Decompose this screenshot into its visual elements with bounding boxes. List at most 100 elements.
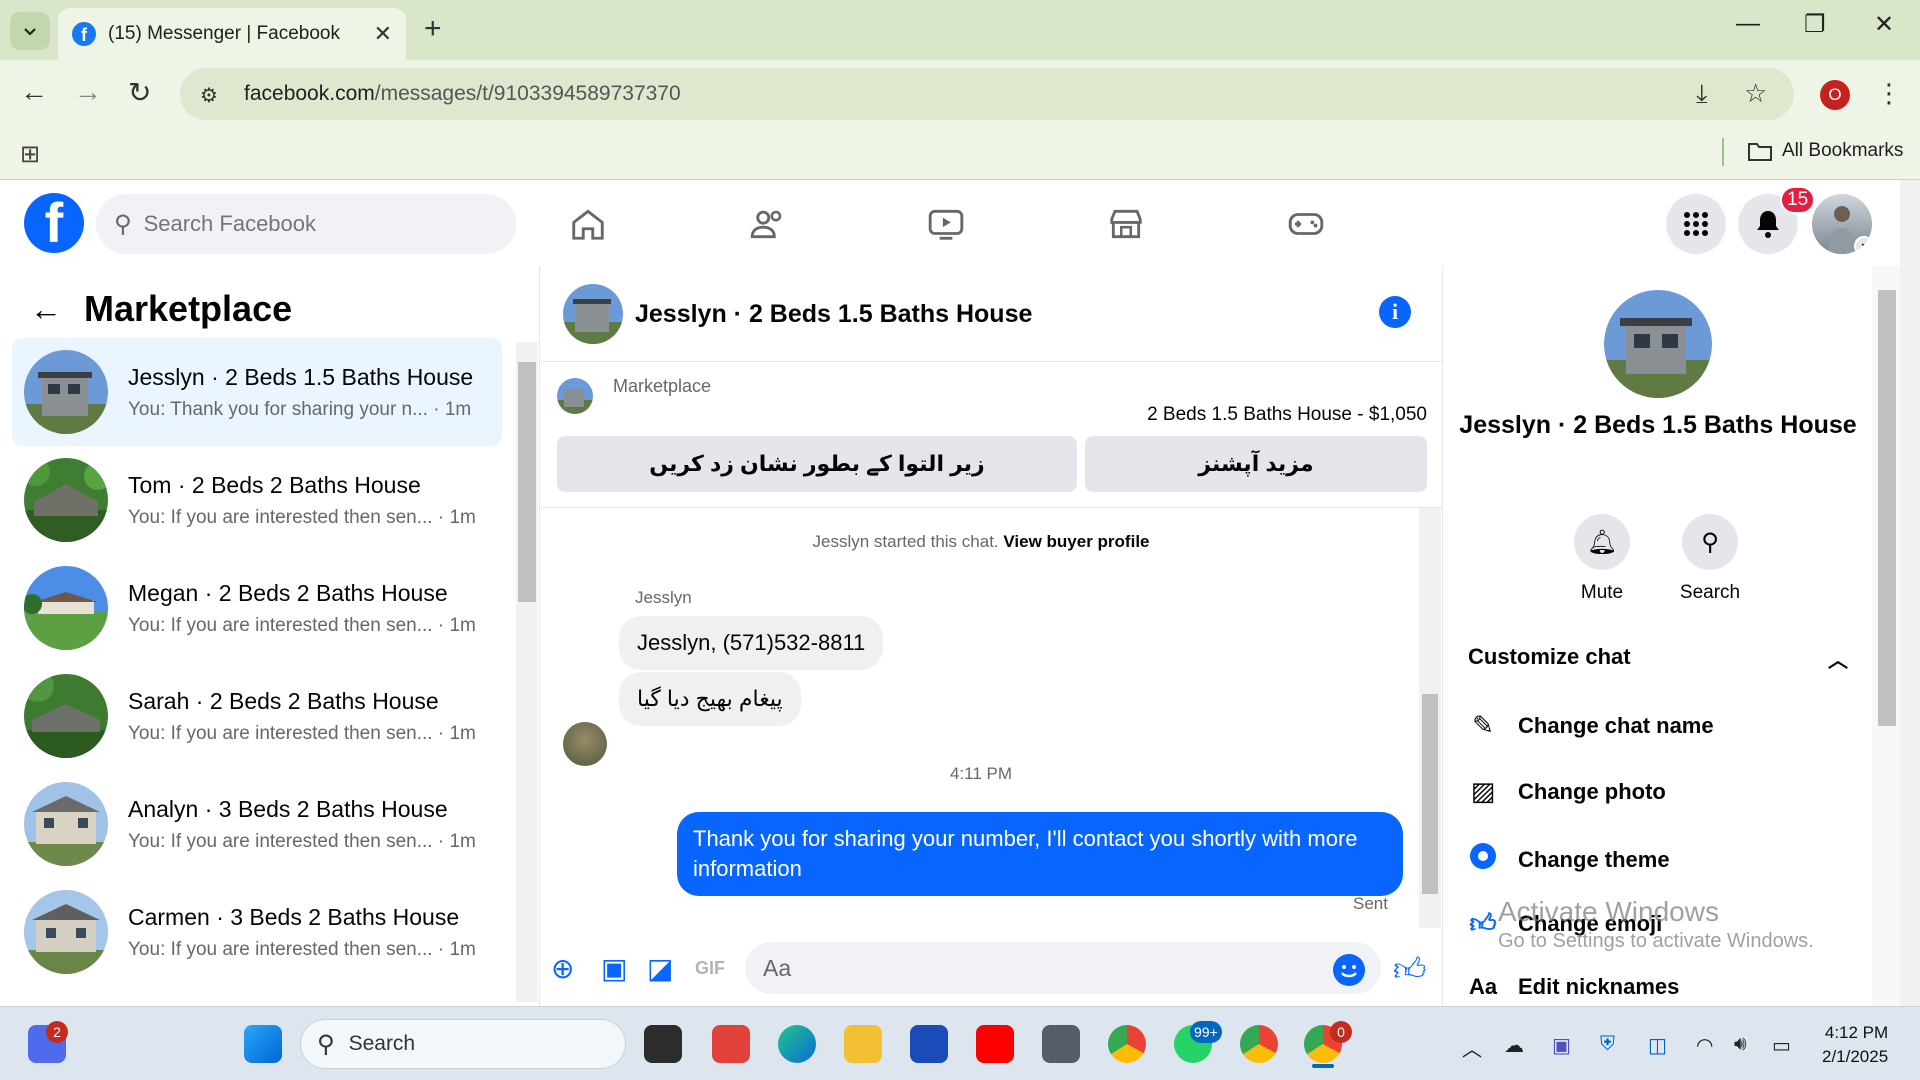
- house-thumbnail: [24, 890, 108, 974]
- chat-list-scrollbar[interactable]: [516, 342, 538, 1002]
- search-icon: ⚲: [317, 1030, 335, 1058]
- chat-name: Carmen · 3 Beds 2 Baths House: [128, 903, 460, 930]
- camera-icon[interactable]: [1042, 1025, 1080, 1063]
- chat-item-carmen[interactable]: Carmen · 3 Beds 2 Baths House You: If yo…: [12, 878, 502, 986]
- new-tab-button[interactable]: +: [424, 12, 442, 46]
- info-icon[interactable]: i: [1379, 296, 1411, 328]
- chat-item-jesslyn[interactable]: Jesslyn · 2 Beds 1.5 Baths House You: Th…: [12, 338, 502, 446]
- browser-menu-icon[interactable]: ⋮: [1876, 78, 1902, 109]
- friends-nav-icon[interactable]: [746, 202, 790, 246]
- defender-icon[interactable]: ⛨: [1600, 1033, 1615, 1056]
- forward-button[interactable]: →: [74, 76, 102, 108]
- page-scrollbar[interactable]: [1900, 180, 1920, 1006]
- tab-search-button[interactable]: [10, 12, 50, 50]
- close-window-button[interactable]: ✕: [1874, 10, 1894, 39]
- tray-overflow-icon[interactable]: ︿: [1462, 1033, 1482, 1062]
- folder-icon: [1748, 143, 1772, 161]
- chrome-icon[interactable]: [1108, 1025, 1146, 1063]
- details-avatar[interactable]: [1604, 290, 1712, 398]
- battery-icon[interactable]: ▭: [1772, 1033, 1791, 1058]
- facebook-logo[interactable]: f: [24, 193, 84, 253]
- change-chat-name-item[interactable]: ✎ Change chat name: [1468, 710, 1714, 741]
- emoji-icon[interactable]: [1333, 954, 1365, 986]
- message-input[interactable]: Aa: [745, 942, 1381, 994]
- reload-button[interactable]: ↻: [128, 76, 151, 109]
- item-label: Change photo: [1518, 778, 1666, 804]
- bookmark-star-icon[interactable]: ☆: [1744, 78, 1767, 109]
- sender-avatar[interactable]: [563, 722, 607, 766]
- watch-nav-icon[interactable]: [924, 202, 968, 246]
- conversation-avatar[interactable]: [563, 284, 623, 344]
- browser-profile-avatar[interactable]: O: [1820, 80, 1850, 110]
- incoming-message[interactable]: Jesslyn, (571)532-8811: [619, 616, 884, 670]
- chrome-profile-icon[interactable]: [1240, 1025, 1278, 1063]
- marketplace-nav-icon[interactable]: [1104, 202, 1148, 246]
- change-photo-item[interactable]: ▨ Change photo: [1468, 776, 1666, 807]
- mute-action[interactable]: 🔔︎ Mute: [1552, 514, 1652, 604]
- close-tab-icon[interactable]: ✕: [374, 21, 392, 47]
- task-view-icon[interactable]: [644, 1025, 682, 1063]
- menu-grid-button[interactable]: [1666, 194, 1726, 254]
- home-nav-icon[interactable]: [566, 202, 610, 246]
- thread-scrollbar[interactable]: [1419, 508, 1441, 928]
- microsoft-store-icon[interactable]: [910, 1025, 948, 1063]
- omnibox[interactable]: ⚙ facebook.com/messages/t/91033945897373…: [180, 68, 1794, 120]
- url-text[interactable]: facebook.com/messages/t/9103394589737370: [244, 82, 681, 106]
- chat-list: Jesslyn · 2 Beds 1.5 Baths House You: Th…: [12, 338, 502, 986]
- restore-button[interactable]: ❐: [1804, 10, 1826, 39]
- scrollbar-thumb[interactable]: [1878, 290, 1896, 726]
- app-tray-icon[interactable]: ◫: [1648, 1033, 1667, 1058]
- view-buyer-profile-link[interactable]: View buyer profile: [1003, 532, 1149, 551]
- chat-item-analyn[interactable]: Analyn · 3 Beds 2 Baths House You: If yo…: [12, 770, 502, 878]
- back-button[interactable]: ←: [20, 76, 48, 108]
- scrollbar-thumb[interactable]: [518, 362, 536, 602]
- facebook-search-input[interactable]: [143, 211, 464, 237]
- taskbar-search[interactable]: ⚲ Search: [300, 1019, 626, 1069]
- teams-icon[interactable]: ▣: [1552, 1033, 1571, 1058]
- incoming-message[interactable]: پیغام بھیج دیا گیا: [619, 672, 801, 726]
- address-bar-row: ← → ↻ ⚙ facebook.com/messages/t/91033945…: [0, 60, 1920, 128]
- edit-nicknames-item[interactable]: Aa Edit nicknames: [1468, 974, 1679, 1000]
- mark-pending-button[interactable]: زیر التوا کے بطور نشان زد کریں: [557, 436, 1077, 492]
- wifi-icon[interactable]: ◠: [1696, 1033, 1713, 1058]
- listing-price[interactable]: 2 Beds 1.5 Baths House - $1,050: [1147, 404, 1427, 426]
- install-app-icon[interactable]: ⤓: [1696, 78, 1708, 110]
- chat-snippet: You: Thank you for sharing your n... · 1…: [128, 398, 472, 420]
- whatsapp-badge: 99+: [1190, 1021, 1222, 1043]
- taskbar-clock[interactable]: 4:12 PM 2/1/2025: [1822, 1021, 1888, 1069]
- account-avatar[interactable]: ▾: [1812, 194, 1872, 254]
- conversation-title[interactable]: Jesslyn · 2 Beds 1.5 Baths House: [635, 300, 1032, 329]
- thumbs-up-icon[interactable]: 👍︎: [1393, 950, 1426, 989]
- add-plus-icon[interactable]: ⊕: [551, 952, 574, 985]
- facebook-search[interactable]: ⚲: [96, 194, 516, 254]
- browser-tab[interactable]: f (15) Messenger | Facebook ✕: [58, 8, 406, 60]
- anydesk-icon[interactable]: [712, 1025, 750, 1063]
- site-info-icon[interactable]: ⚙: [200, 83, 222, 107]
- gaming-nav-icon[interactable]: [1284, 202, 1328, 246]
- chat-item-sarah[interactable]: Sarah · 2 Beds 2 Baths House You: If you…: [12, 662, 502, 770]
- edge-browser-icon[interactable]: [778, 1025, 816, 1063]
- listing-source: Marketplace: [613, 376, 712, 396]
- details-scrollbar[interactable]: [1872, 266, 1900, 1006]
- youtube-icon[interactable]: [976, 1025, 1014, 1063]
- all-bookmarks-button[interactable]: All Bookmarks: [1748, 140, 1903, 162]
- apps-grid-icon[interactable]: ⊞: [20, 140, 40, 169]
- customize-chat-section[interactable]: Customize chat ︿: [1468, 644, 1848, 672]
- sticker-icon[interactable]: ◪: [647, 952, 673, 985]
- chat-item-megan[interactable]: Megan · 2 Beds 2 Baths House You: If you…: [12, 554, 502, 662]
- back-arrow-icon[interactable]: ←: [30, 291, 62, 328]
- attach-photo-icon[interactable]: ▣: [601, 952, 627, 985]
- minimize-button[interactable]: —: [1736, 10, 1760, 38]
- onedrive-icon[interactable]: ☁: [1504, 1033, 1524, 1058]
- chat-item-tom[interactable]: Tom · 2 Beds 2 Baths House You: If you a…: [12, 446, 502, 554]
- search-action[interactable]: ⚲ Search: [1660, 514, 1760, 604]
- file-explorer-icon[interactable]: [844, 1025, 882, 1063]
- windows-start-icon[interactable]: [244, 1025, 282, 1063]
- scrollbar-thumb[interactable]: [1422, 694, 1438, 894]
- volume-icon[interactable]: 🔊︎: [1734, 1033, 1747, 1056]
- outgoing-message[interactable]: Thank you for sharing your number, I'll …: [677, 812, 1403, 896]
- more-options-button[interactable]: مزید آپشنز: [1085, 436, 1427, 492]
- bell-icon: 🔔︎: [1574, 514, 1630, 570]
- gif-icon[interactable]: GIF: [695, 958, 725, 979]
- change-theme-item[interactable]: Change theme: [1468, 842, 1670, 877]
